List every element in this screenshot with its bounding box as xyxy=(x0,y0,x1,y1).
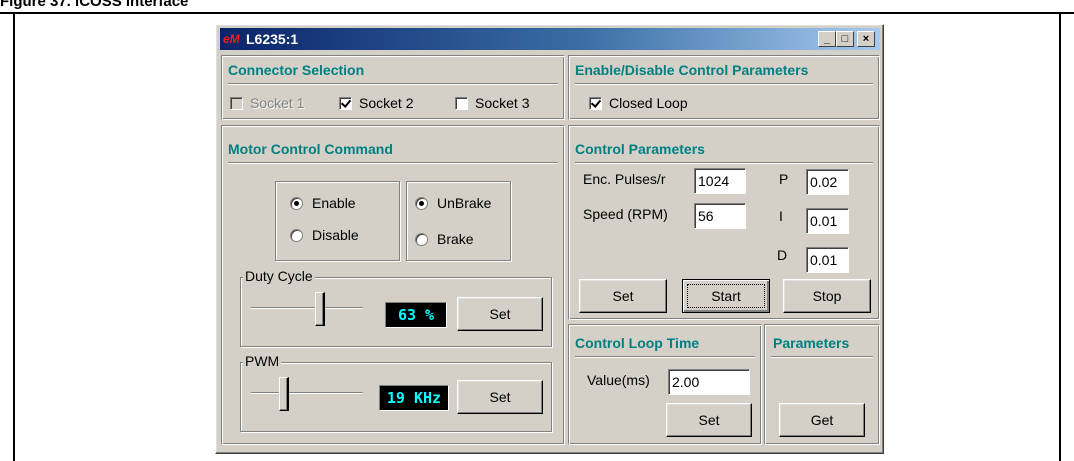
checkbox-box xyxy=(230,97,243,110)
control-set-button[interactable]: Set xyxy=(579,279,667,313)
closed-loop-checkbox[interactable]: Closed Loop xyxy=(589,94,719,114)
control-loop-time-title: Control Loop Time xyxy=(575,335,700,351)
enc-pulses-label: Enc. Pulses/r xyxy=(583,171,666,187)
control-parameters-panel: Control Parameters Enc. Pulses/r Speed (… xyxy=(568,125,880,320)
socket-3-checkbox[interactable]: Socket 3 xyxy=(455,94,555,114)
radio-dot xyxy=(290,197,303,210)
app-window: eM L6235:1 _ □ × Connector Selection Soc… xyxy=(215,24,884,454)
disable-label: Disable xyxy=(312,227,359,243)
panel-divider xyxy=(575,162,873,164)
checkbox-box xyxy=(339,97,352,110)
button-label: Set xyxy=(489,389,511,405)
button-label: Stop xyxy=(812,288,842,304)
enable-radio[interactable]: Enable xyxy=(290,194,390,214)
panel-divider xyxy=(228,162,558,164)
speed-label: Speed (RPM) xyxy=(583,206,668,222)
radio-dot xyxy=(415,233,428,246)
closed-loop-label: Closed Loop xyxy=(609,95,688,111)
frame-divider xyxy=(13,12,15,461)
button-label: Set xyxy=(698,412,720,428)
duty-cycle-legend: Duty Cycle xyxy=(243,268,315,284)
pwm-group: PWM 19 KHz Set xyxy=(240,353,552,432)
enc-pulses-input[interactable] xyxy=(694,168,746,194)
loop-time-input[interactable] xyxy=(668,369,750,395)
disable-radio[interactable]: Disable xyxy=(290,226,390,246)
enable-disable-params-panel: Enable/Disable Control Parameters Closed… xyxy=(568,55,880,120)
loop-time-value-label: Value(ms) xyxy=(587,372,650,388)
pwm-readout: 19 KHz xyxy=(379,385,449,411)
loop-time-set-button[interactable]: Set xyxy=(666,403,752,437)
socket-1-label: Socket 1 xyxy=(250,95,305,111)
p-gain-input[interactable] xyxy=(806,169,849,195)
frame-divider xyxy=(0,12,1074,14)
socket-2-checkbox[interactable]: Socket 2 xyxy=(339,94,444,114)
socket-1-checkbox[interactable]: Socket 1 xyxy=(230,94,330,114)
d-gain-label: D xyxy=(777,247,788,263)
checkbox-box xyxy=(455,97,468,110)
pwm-slider[interactable] xyxy=(249,375,367,413)
button-label: Get xyxy=(810,412,834,428)
stop-button[interactable]: Stop xyxy=(783,279,871,313)
window-title: L6235:1 xyxy=(246,31,299,47)
unbrake-label: UnBrake xyxy=(437,195,492,211)
speed-input[interactable] xyxy=(694,203,746,229)
duty-cycle-set-button[interactable]: Set xyxy=(457,297,543,331)
socket-2-label: Socket 2 xyxy=(359,95,414,111)
figure-caption: Figure 37. iCOSS interface xyxy=(0,0,189,10)
duty-cycle-readout: 63 % xyxy=(385,302,447,328)
start-button[interactable]: Start xyxy=(682,279,770,313)
radio-dot xyxy=(415,197,428,210)
checkbox-box xyxy=(589,97,602,110)
panel-divider xyxy=(771,356,873,358)
button-label: Set xyxy=(612,288,634,304)
pwm-slider-thumb[interactable] xyxy=(279,377,289,411)
panel-divider xyxy=(575,83,873,85)
unbrake-radio[interactable]: UnBrake xyxy=(415,194,510,214)
connector-selection-title: Connector Selection xyxy=(228,62,365,78)
d-gain-input[interactable] xyxy=(806,247,849,273)
parameters-panel: Parameters Get xyxy=(764,324,880,445)
pwm-legend: PWM xyxy=(243,353,282,369)
window-titlebar[interactable]: eM L6235:1 _ □ × xyxy=(220,28,880,50)
brake-radio-group: UnBrake Brake xyxy=(406,181,511,261)
brake-label: Brake xyxy=(437,231,474,247)
minimize-icon: _ xyxy=(823,33,831,45)
duty-cycle-group: Duty Cycle 63 % Set xyxy=(240,268,552,347)
motor-control-panel: Motor Control Command Enable Disable UnB… xyxy=(221,125,565,445)
button-label: Set xyxy=(489,306,511,322)
motor-control-title: Motor Control Command xyxy=(228,141,393,157)
enable-radio-group: Enable Disable xyxy=(275,181,400,261)
maximize-icon: □ xyxy=(841,33,849,45)
minimize-button[interactable]: _ xyxy=(818,31,836,47)
p-gain-label: P xyxy=(779,171,789,187)
radio-dot xyxy=(290,229,303,242)
duty-cycle-slider-thumb[interactable] xyxy=(315,292,325,326)
control-parameters-title: Control Parameters xyxy=(575,141,705,157)
connector-selection-panel: Connector Selection Socket 1 Socket 2 So… xyxy=(221,55,565,120)
maximize-button[interactable]: □ xyxy=(836,31,854,47)
i-gain-input[interactable] xyxy=(806,208,849,234)
socket-3-label: Socket 3 xyxy=(475,95,530,111)
frame-divider xyxy=(1059,12,1061,461)
close-icon: × xyxy=(862,33,870,45)
brake-radio[interactable]: Brake xyxy=(415,230,510,250)
close-button[interactable]: × xyxy=(857,31,875,47)
get-parameters-button[interactable]: Get xyxy=(779,403,865,437)
pwm-set-button[interactable]: Set xyxy=(457,380,543,414)
i-gain-label: I xyxy=(779,208,783,224)
enable-label: Enable xyxy=(312,195,356,211)
panel-divider xyxy=(228,83,558,85)
duty-cycle-slider[interactable] xyxy=(249,290,367,328)
panel-divider xyxy=(575,356,755,358)
slider-track xyxy=(251,308,363,309)
slider-track xyxy=(251,393,363,394)
parameters-title: Parameters xyxy=(773,335,850,351)
focus-ring xyxy=(687,284,765,308)
control-loop-time-panel: Control Loop Time Value(ms) Set xyxy=(568,324,762,445)
enable-disable-params-title: Enable/Disable Control Parameters xyxy=(575,62,809,78)
